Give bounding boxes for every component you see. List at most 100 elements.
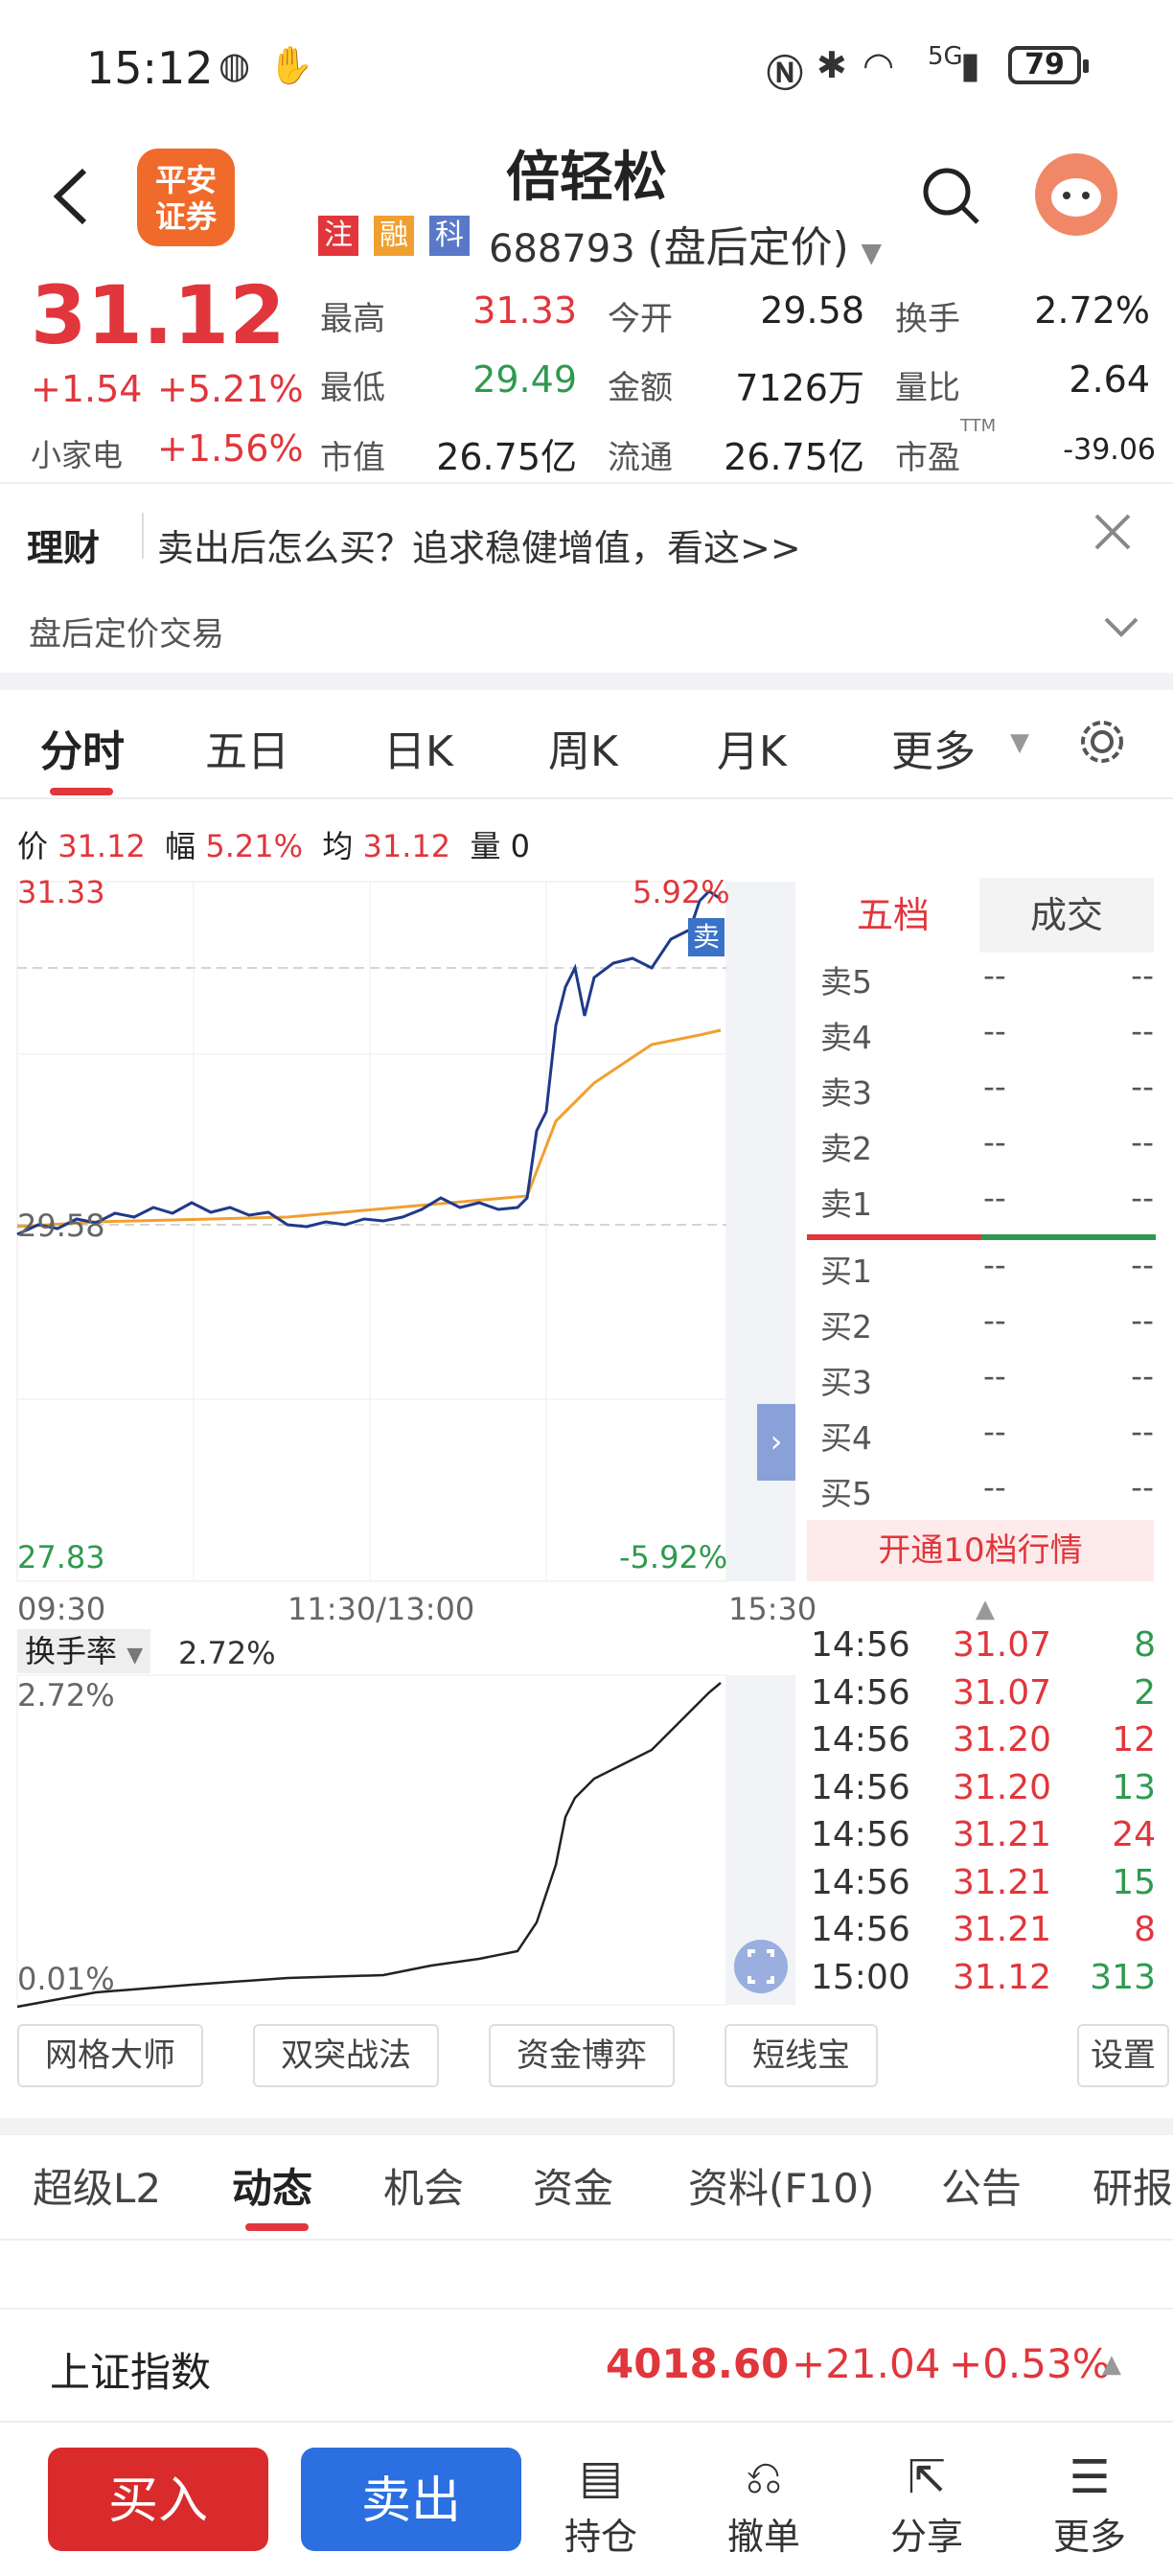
stat-label-high: 最高 <box>320 300 385 338</box>
trade-volume: 13 <box>1112 1767 1156 1807</box>
tab-more[interactable]: 更多 <box>891 717 976 778</box>
info-amp: 5.21% <box>205 828 303 864</box>
tab-f10[interactable]: 资料(F10) <box>688 2156 874 2215</box>
tool-double-breakout[interactable]: 双突战法 <box>253 2024 439 2087</box>
tab-opportunity[interactable]: 机会 <box>383 2156 464 2215</box>
time-label-end: 15:30 <box>728 1591 817 1627</box>
trade-time: 14:56 <box>811 1625 910 1665</box>
search-icon <box>923 168 979 224</box>
stat-value-market-cap: 26.75亿 <box>436 436 577 478</box>
after-hours-row[interactable]: 盘后定价交易 <box>0 594 1173 667</box>
status-bar: 15:12 ◍ ✋ Ⓝ ✱ ◠ 5G ▮ 79 <box>0 0 1173 134</box>
turnover-max-label: 2.72% <box>17 1677 115 1714</box>
fullscreen-button[interactable] <box>734 1940 788 1993</box>
tab-dynamics[interactable]: 动态 <box>232 2156 312 2215</box>
trade-row: 14:56 31.20 13 <box>811 1768 1156 1816</box>
more-button[interactable]: ☰ 更多 <box>1037 2448 1142 2558</box>
share-label: 分享 <box>889 2516 963 2558</box>
intraday-chart[interactable]: 卖 › <box>0 872 805 1629</box>
ask-level: 卖2 <box>820 1130 872 1167</box>
tab-capital[interactable]: 资金 <box>533 2156 613 2215</box>
close-icon <box>1094 514 1131 550</box>
ask-price: -- <box>983 1179 1006 1216</box>
chevron-down-icon <box>1104 617 1138 637</box>
ask-volume: -- <box>1131 1012 1154 1049</box>
trade-volume: 2 <box>1134 1672 1156 1713</box>
turnover-chart[interactable] <box>0 1673 805 2009</box>
tab-trades[interactable]: 成交 <box>979 878 1154 953</box>
open-10-levels-button[interactable]: 开通10档行情 <box>807 1520 1154 1581</box>
index-ticker[interactable]: 上证指数 4018.60 +21.04 +0.53% ▲ <box>0 2312 1173 2417</box>
stat-value-low: 29.49 <box>472 358 577 401</box>
bid-row: 买4 -- -- <box>820 1413 1154 1468</box>
trade-price: 31.21 <box>953 1862 1052 1902</box>
badge-registered: 注 <box>318 216 358 256</box>
info-amp-label: 幅 <box>165 828 196 864</box>
trade-time: 14:56 <box>811 1910 910 1949</box>
tab-five-levels[interactable]: 五档 <box>807 878 979 953</box>
promo-banner[interactable]: 理财 卖出后怎么买？追求稳健增值，看这>> <box>0 484 1173 589</box>
stat-value-amount: 7126万 <box>735 367 864 409</box>
tool-short-term[interactable]: 短线宝 <box>724 2024 878 2087</box>
time-label-start: 09:30 <box>17 1591 106 1627</box>
sector-change-pct: +1.56% <box>157 427 304 470</box>
tab-monthly-k[interactable]: 月K <box>717 717 787 778</box>
tab-daily-k[interactable]: 日K <box>383 717 453 778</box>
gear-icon <box>1081 721 1123 763</box>
bid-level: 买1 <box>820 1253 872 1290</box>
share-button[interactable]: ⇱ 分享 <box>874 2448 979 2558</box>
ask-price: -- <box>983 1123 1006 1161</box>
bid-price: -- <box>983 1468 1006 1506</box>
buy-button[interactable]: 买入 <box>48 2448 268 2551</box>
tab-intraday[interactable]: 分时 <box>40 717 125 778</box>
tool-capital-game[interactable]: 资金博弈 <box>489 2024 675 2087</box>
stock-name: 倍轻松 <box>506 147 667 209</box>
stat-value-turnover: 2.72% <box>1034 289 1150 332</box>
cancel-order-label: 撤单 <box>726 2516 800 2558</box>
stat-value-high: 31.33 <box>472 289 577 332</box>
assistant-avatar[interactable] <box>1035 153 1117 236</box>
bid-price: -- <box>983 1357 1006 1394</box>
trade-volume: 15 <box>1112 1862 1156 1902</box>
sell-button[interactable]: 卖出 <box>301 2448 521 2551</box>
tab-super-l2[interactable]: 超级L2 <box>33 2156 161 2215</box>
ask-row: 卖1 -- -- <box>820 1179 1154 1234</box>
bid-level: 买4 <box>820 1419 872 1457</box>
chart-high-pct: 5.92% <box>632 874 730 910</box>
ask-price: -- <box>983 1068 1006 1105</box>
promo-close-button[interactable] <box>1089 508 1137 560</box>
trade-row: 14:56 31.07 2 <box>811 1673 1156 1721</box>
trade-row: 14:56 31.07 8 <box>811 1625 1156 1673</box>
current-price: 31.12 <box>31 268 286 362</box>
tab-five-day[interactable]: 五日 <box>205 717 289 778</box>
cancel-order-button[interactable]: ⎌ 撤单 <box>711 2448 816 2558</box>
chevron-down-icon: ▼ <box>861 237 883 268</box>
stat-label-market-cap: 市值 <box>320 439 385 477</box>
bid-price: -- <box>983 1413 1006 1450</box>
tab-announcement[interactable]: 公告 <box>941 2156 1022 2215</box>
chart-settings-button[interactable] <box>1077 717 1127 770</box>
tool-settings[interactable]: 设置 <box>1077 2024 1169 2087</box>
indicator-selector[interactable]: 换手率 ▼ <box>17 1629 151 1673</box>
bid-price: -- <box>983 1301 1006 1339</box>
after-hours-label: 盘后定价交易 <box>29 615 224 654</box>
search-button[interactable] <box>920 165 981 230</box>
tool-grid-master[interactable]: 网格大师 <box>17 2024 203 2087</box>
bid-volume: -- <box>1131 1468 1154 1506</box>
status-time: 15:12 <box>86 42 214 94</box>
sector-name: 小家电 <box>31 437 124 473</box>
trade-time: 14:56 <box>811 1862 910 1902</box>
stock-code-selector[interactable]: 688793 (盘后定价) ▼ <box>489 213 882 274</box>
index-change-pct: +0.53% <box>949 2340 1111 2387</box>
info-price: 31.12 <box>58 828 146 864</box>
trade-price: 31.21 <box>953 1910 1052 1949</box>
trade-price: 31.21 <box>953 1815 1052 1854</box>
stat-label-turnover: 换手 <box>895 300 960 338</box>
positions-button[interactable]: ▤ 持仓 <box>548 2448 654 2558</box>
bid-level: 买5 <box>820 1475 872 1512</box>
tab-weekly-k[interactable]: 周K <box>548 717 618 778</box>
tab-research[interactable]: 研报 <box>1092 2156 1173 2215</box>
ask-level: 卖3 <box>820 1074 872 1112</box>
index-change: +21.04 <box>792 2340 941 2387</box>
info-avg-label: 均 <box>322 828 354 864</box>
